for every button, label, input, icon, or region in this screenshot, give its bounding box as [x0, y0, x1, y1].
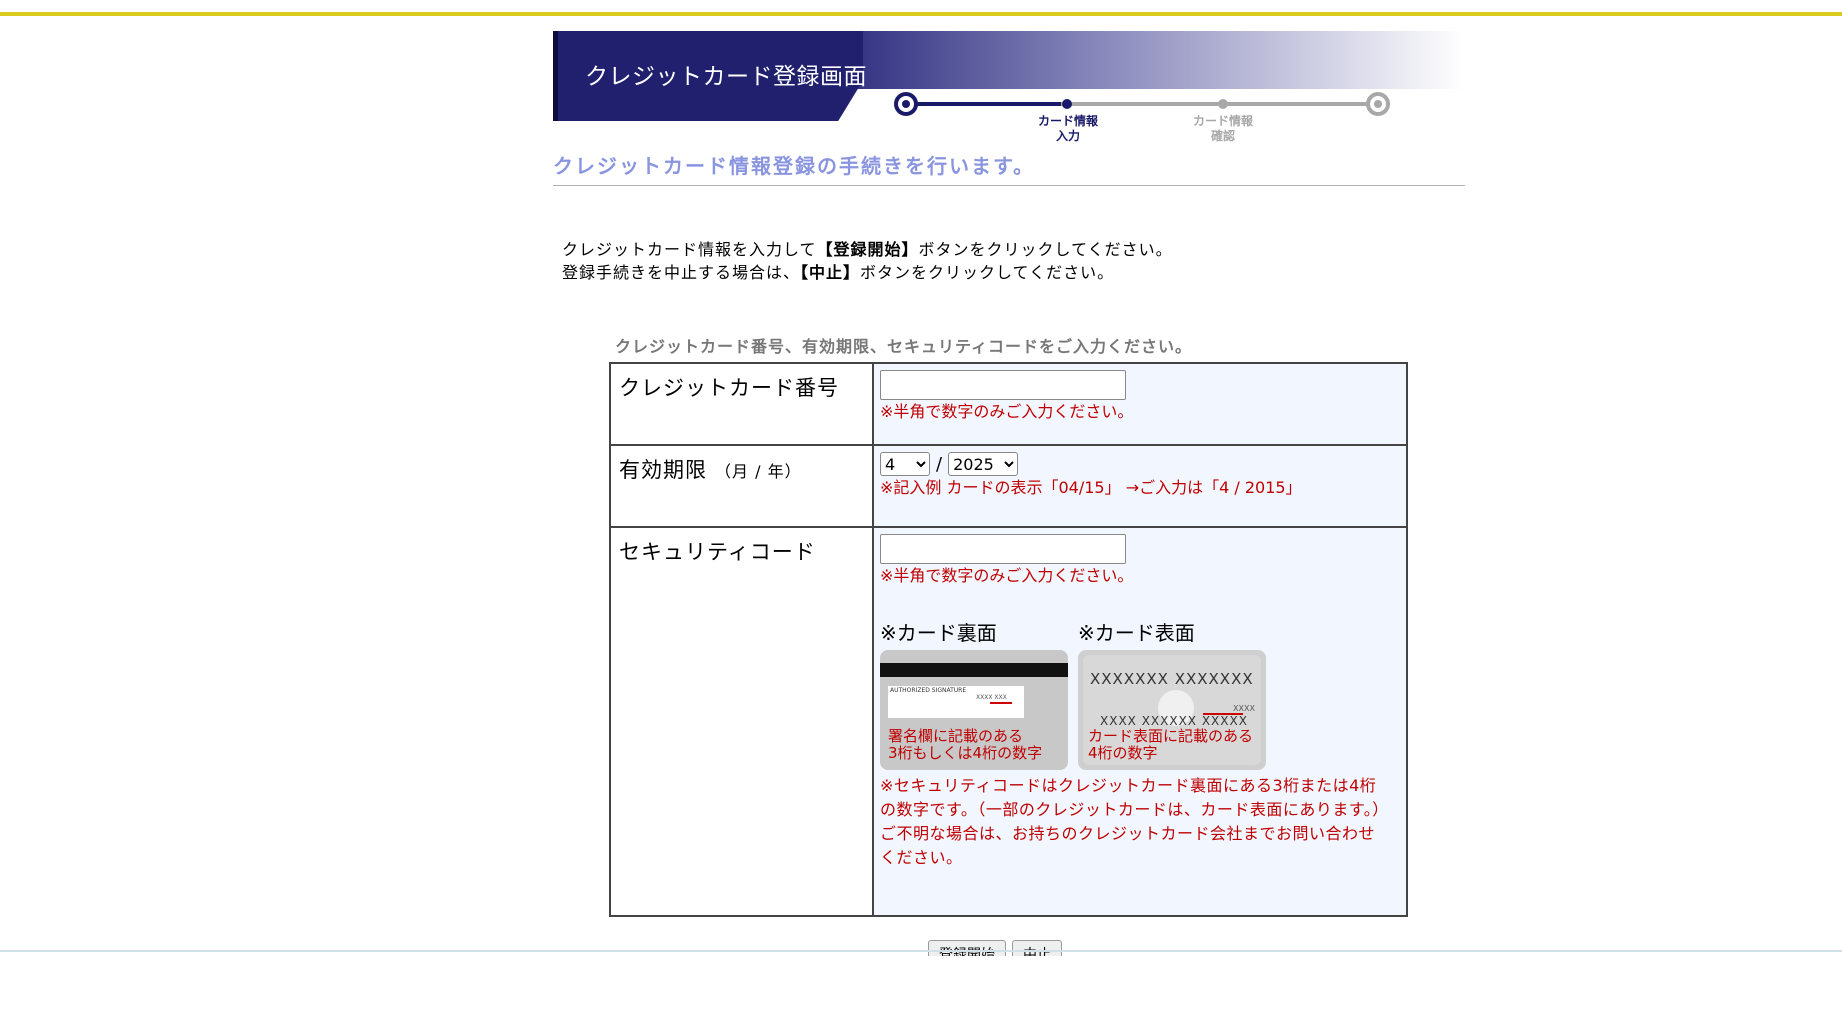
expiry-controls: 4 / 2025	[880, 452, 1400, 476]
form-hint: クレジットカード番号、有効期限、セキュリティコードをご入力ください。	[615, 337, 1193, 356]
expiry-label: 有効期限	[619, 458, 707, 482]
intro-line1-prefix: クレジットカード情報を入力して	[562, 240, 817, 259]
security-code-long-note: ※セキュリティコードはクレジットカード裏面にある3桁または4桁の数字です。（一部…	[880, 774, 1390, 870]
register-start-button[interactable]: 登録開始	[928, 940, 1006, 956]
step-start-circle	[894, 92, 918, 116]
step-line-done	[906, 102, 1061, 106]
expiry-cell: 4 / 2025 ※記入例 カードの表示「04/15」 →ご入力は「4 / 20…	[872, 444, 1408, 528]
top-accent-stripe	[0, 0, 1842, 16]
expiry-month-select[interactable]: 4	[880, 452, 930, 476]
expiry-row: 有効期限 （月 / 年） 4 / 2025 ※記入例 カードの表示「04/15」 …	[609, 444, 1408, 528]
intro-line2-bold: 【中止】	[800, 263, 861, 282]
action-buttons: 登録開始 中止	[928, 940, 1062, 956]
magnetic-stripe	[880, 663, 1068, 677]
step-dot-active	[1062, 99, 1072, 109]
expiry-label-sub: （月 / 年）	[715, 462, 802, 481]
signature-code: XXXX XXX	[976, 694, 1007, 701]
security-code-cell: ※半角で数字のみご入力ください。 ※カード裏面 ※カード表面 AUTHORIZE…	[872, 526, 1408, 917]
progress-steps: カード情報 入力 カード情報 確認	[888, 88, 1398, 158]
card-number-label: クレジットカード番号	[609, 362, 874, 446]
subtitle-divider	[553, 185, 1465, 186]
security-code-note: ※半角で数字のみご入力ください。	[880, 566, 1134, 585]
card-number-note: ※半角で数字のみご入力ください。	[880, 402, 1134, 421]
security-code-row: セキュリティコード ※半角で数字のみご入力ください。 ※カード裏面 ※カード表面…	[609, 526, 1408, 917]
expiry-label-cell: 有効期限 （月 / 年）	[609, 444, 874, 528]
card-back-heading: ※カード裏面	[880, 621, 997, 645]
card-number-input[interactable]	[880, 370, 1126, 400]
cancel-button[interactable]: 中止	[1012, 940, 1062, 956]
step-label-input: カード情報 入力	[1037, 114, 1098, 143]
card-illustrations: AUTHORIZED SIGNATURE XXXX XXX 署名欄に記載のある …	[880, 650, 1400, 770]
step-end-circle	[1366, 92, 1390, 116]
card-front-image: XXXXXXX XXXXXXX XXXX XXXX XXXXXX XXXXX カ…	[1078, 650, 1266, 770]
intro-line1-bold: 【登録開始】	[816, 240, 919, 259]
security-code-label: セキュリティコード	[609, 526, 874, 917]
card-front-code-underline	[1203, 713, 1243, 715]
intro-line1-suffix: ボタンをクリックしてください。	[918, 240, 1173, 259]
intro-line2-suffix: ボタンをクリックしてください。	[860, 263, 1115, 282]
step-dot-inactive	[1218, 99, 1228, 109]
card-headings: ※カード裏面 ※カード表面	[880, 617, 1400, 646]
expiry-note: ※記入例 カードの表示「04/15」 →ご入力は「4 / 2015」	[880, 478, 1302, 497]
intro-line2-prefix: 登録手続きを中止する場合は、	[562, 263, 801, 282]
page-title: クレジットカード登録画面	[585, 64, 867, 90]
security-code-input[interactable]	[880, 534, 1126, 564]
footer-divider	[0, 950, 1842, 952]
card-back-image: AUTHORIZED SIGNATURE XXXX XXX 署名欄に記載のある …	[880, 650, 1068, 770]
card-front-heading: ※カード表面	[1078, 621, 1195, 645]
section-subtitle: クレジットカード情報登録の手続きを行います。	[553, 154, 1035, 178]
intro-text: クレジットカード情報を入力して【登録開始】ボタンをクリックしてください。 登録手…	[562, 238, 1173, 284]
card-number-row: クレジットカード番号 ※半角で数字のみご入力ください。	[609, 362, 1408, 446]
card-back-note: 署名欄に記載のある 3桁もしくは4桁の数字	[888, 727, 1043, 762]
card-front-line2: XXXX XXXXXX XXXXX	[1100, 714, 1248, 728]
expiry-year-select[interactable]: 2025	[948, 452, 1019, 476]
card-form-table: クレジットカード番号 ※半角で数字のみご入力ください。 有効期限 （月 / 年） …	[609, 362, 1408, 917]
intro-line-1: クレジットカード情報を入力して【登録開始】ボタンをクリックしてください。	[562, 238, 1173, 261]
security-code-note-2: ご不明な場合は、お持ちのクレジットカード会社までお問い合わせください。	[880, 824, 1376, 867]
card-front-line1: XXXXXXX XXXXXXX	[1090, 670, 1254, 688]
step-label-confirm: カード情報 確認	[1192, 114, 1253, 143]
banner-edge	[553, 31, 558, 121]
intro-line-2: 登録手続きを中止する場合は、【中止】ボタンをクリックしてください。	[562, 261, 1173, 284]
card-front-code: XXXX	[1233, 704, 1255, 713]
security-code-note-1: ※セキュリティコードはクレジットカード裏面にある3桁または4桁の数字です。（一部…	[880, 776, 1389, 819]
signature-text: AUTHORIZED SIGNATURE	[890, 687, 967, 694]
expiry-separator: /	[936, 453, 943, 475]
card-front-note: カード表面に記載のある 4桁の数字	[1088, 727, 1254, 762]
card-number-cell: ※半角で数字のみご入力ください。	[872, 362, 1408, 446]
signature-code-underline	[990, 702, 1012, 704]
